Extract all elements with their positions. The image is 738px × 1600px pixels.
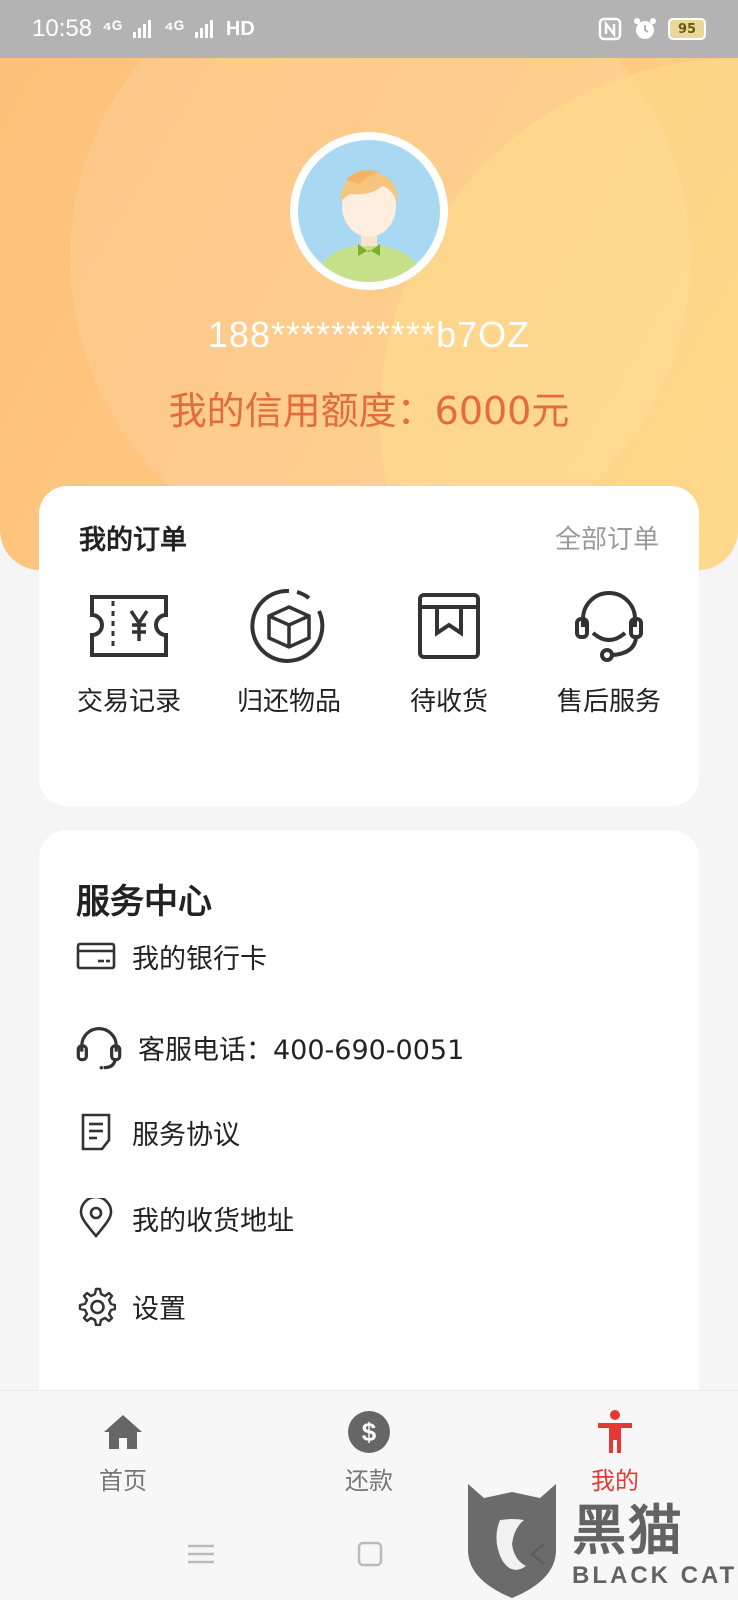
tab-mine[interactable]: 我的 — [492, 1391, 738, 1508]
service-row-bank-card[interactable]: 我的银行卡 — [76, 936, 267, 976]
service-row-label: 我的银行卡 — [132, 943, 267, 975]
service-center-title: 服务中心 — [76, 882, 212, 922]
home-icon — [104, 1415, 142, 1449]
back-icon[interactable] — [524, 1540, 552, 1568]
nfc-icon — [598, 17, 622, 41]
signal-4g-2: ⁴ᴳ — [163, 17, 184, 40]
menu-icon[interactable] — [186, 1542, 216, 1566]
signal-bars-icon — [194, 20, 213, 38]
alarm-icon — [634, 18, 656, 39]
tab-label: 首页 — [99, 1467, 147, 1495]
person-icon — [598, 1410, 632, 1453]
document-icon — [81, 1113, 111, 1151]
ticket-yen-icon — [90, 595, 168, 657]
signal-bars-icon — [132, 20, 151, 38]
status-left: 10:58 ⁴ᴳ ⁴ᴳ HD — [32, 15, 255, 43]
service-row-label: 设置 — [132, 1293, 186, 1325]
avatar[interactable] — [290, 132, 448, 290]
orders-card: 我的订单 全部订单 交易记录 归还物品 待收货 售后服务 — [39, 486, 699, 806]
signal-4g-1: ⁴ᴳ — [102, 17, 122, 40]
orders-header: 我的订单 全部订单 — [39, 486, 699, 557]
service-row-address[interactable]: 我的收货地址 — [76, 1198, 294, 1238]
status-bar: 10:58 ⁴ᴳ ⁴ᴳ HD 95 — [0, 0, 738, 58]
orders-grid: 交易记录 归还物品 待收货 售后服务 — [39, 557, 699, 718]
order-item-return[interactable]: 归还物品 — [214, 589, 364, 718]
avatar-boy-icon — [298, 140, 440, 282]
tab-repayment[interactable]: $ 还款 — [246, 1391, 492, 1508]
service-center-card: 服务中心 我的银行卡 客服电话：400-690-0051 服务协议 我的收货地址… — [39, 830, 699, 1430]
service-row-label: 我的收货地址 — [132, 1205, 294, 1237]
home-square-icon[interactable] — [356, 1540, 384, 1568]
order-label: 售后服务 — [556, 687, 661, 717]
tab-home[interactable]: 首页 — [0, 1391, 246, 1508]
order-label: 归还物品 — [236, 687, 341, 717]
tab-label: 我的 — [591, 1467, 639, 1495]
battery-indicator: 95 — [668, 18, 706, 40]
status-right: 95 — [598, 16, 706, 42]
all-orders-link[interactable]: 全部订单 — [555, 519, 659, 556]
headphone-icon — [76, 1026, 122, 1070]
bank-card-icon — [76, 942, 116, 970]
system-navigation-bar — [0, 1508, 738, 1600]
order-label: 待收货 — [409, 687, 488, 717]
package-icon — [418, 593, 480, 659]
order-item-pending-receipt[interactable]: 待收货 — [374, 589, 524, 718]
gear-icon — [78, 1287, 116, 1326]
headset-icon — [575, 591, 643, 662]
dollar-circle-icon: $ — [348, 1411, 390, 1453]
service-row-settings[interactable]: 设置 — [76, 1286, 186, 1326]
order-item-after-sales[interactable]: 售后服务 — [534, 589, 684, 718]
hd-indicator: HD — [225, 17, 255, 40]
bottom-tab-bar: 首页 $ 还款 我的 — [0, 1390, 738, 1508]
status-time: 10:58 — [32, 15, 93, 42]
service-row-label: 客服电话：400-690-0051 — [138, 1034, 465, 1066]
service-row-customer-phone[interactable]: 客服电话：400-690-0051 — [76, 1024, 464, 1070]
order-item-transactions[interactable]: 交易记录 — [54, 589, 204, 718]
box-return-icon — [250, 589, 325, 663]
credit-limit: 我的信用额度：6000元 — [168, 389, 570, 433]
order-label: 交易记录 — [76, 687, 181, 717]
location-pin-icon — [79, 1198, 113, 1238]
service-row-label: 服务协议 — [132, 1119, 240, 1151]
user-phone: 188***********b7OZ — [207, 314, 531, 355]
service-row-agreement[interactable]: 服务协议 — [76, 1112, 240, 1152]
orders-title: 我的订单 — [79, 525, 187, 556]
svg-text:$: $ — [362, 1417, 377, 1447]
tab-label: 还款 — [345, 1467, 393, 1495]
